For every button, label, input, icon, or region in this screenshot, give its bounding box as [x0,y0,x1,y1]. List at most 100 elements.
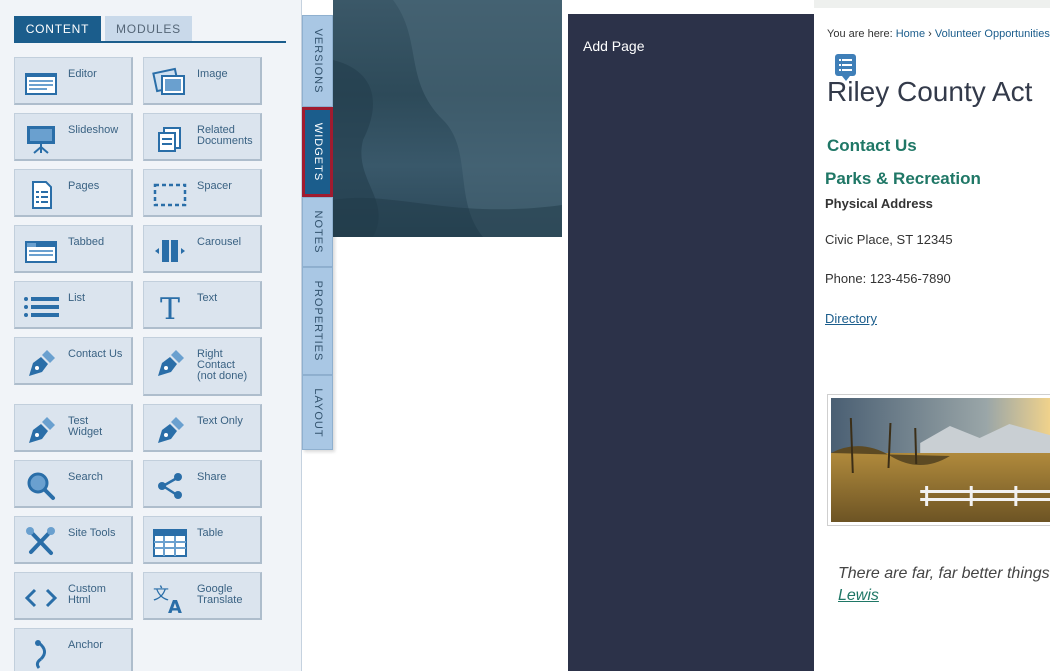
widget-label: Image [197,68,228,80]
tab-content[interactable]: CONTENT [14,16,101,41]
widget-label: Spacer [197,180,232,192]
widget-label: Text Only [197,415,243,427]
widget-search[interactable]: Search [14,460,133,508]
widget-label: Site Tools [68,527,116,539]
widget-label: Pages [68,180,100,192]
widget-label: Search [68,471,103,483]
tab-label: VERSIONS [311,28,324,94]
widget-custom-html[interactable]: Custom Html [14,572,133,620]
page-title: Riley County Act [827,76,1033,107]
hero-image [333,0,562,237]
text-icon: T [152,290,188,324]
tab-widgets[interactable]: WIDGETS [302,107,333,197]
breadcrumb-prefix: You are here: [827,28,893,40]
widget-carousel[interactable]: Carousel [143,225,262,273]
contact-heading: Contact Us [827,136,917,155]
widget-image[interactable]: Image [143,57,262,105]
department-heading: Parks & Recreation [825,169,981,188]
breadcrumb: You are here: Home › Volunteer Opportuni… [827,28,1050,40]
widget-related-documents[interactable]: Related Documents [143,113,262,161]
widget-label: Related Documents [197,124,253,147]
pen-icon [152,413,188,447]
carousel-icon [152,234,188,268]
tab-label: NOTES [311,210,324,254]
search-icon [23,469,59,503]
widget-test-widget[interactable]: Test Widget [14,404,133,452]
widget-share[interactable]: Share [143,460,262,508]
tabbed-icon [23,234,59,268]
widget-list-icon[interactable] [835,54,856,81]
widget-table[interactable]: Table [143,516,262,564]
breadcrumb-home-link[interactable]: Home [896,28,925,40]
widget-right-contact[interactable]: Right Contact (not done) [143,337,262,396]
widget-label: Slideshow [68,124,119,136]
widget-label: Google Translate [197,583,243,606]
quote-text: There are far, far better things a [838,565,1050,582]
widget-label: Anchor [68,639,103,651]
widget-anchor[interactable]: Anchor [14,628,133,671]
breadcrumb-current-link[interactable]: Volunteer Opportunities [935,28,1050,40]
widget-label: Table [197,527,224,539]
pages-icon [23,178,59,212]
widget-label: Contact Us [68,348,123,360]
share-icon [152,469,188,503]
tab-label: WIDGETS [311,122,324,182]
address-label: Physical Address [825,196,933,211]
pen-icon [23,413,59,447]
widget-label: Share [197,471,227,483]
widget-text[interactable]: T Text [143,281,262,329]
widget-site-tools[interactable]: Site Tools [14,516,133,564]
widget-panel: CONTENT MODULES Editor Image Slideshow R… [0,0,302,671]
slideshow-icon [23,122,59,156]
widget-list[interactable]: List [14,281,133,329]
tab-label: PROPERTIES [311,280,324,362]
landscape-image [827,394,1050,526]
tab-label: LAYOUT [311,387,324,438]
page-content: You are here: Home › Volunteer Opportuni… [814,14,1050,671]
editor-icon [23,66,59,100]
spacer-icon [152,178,188,212]
address-line: Civic Place, ST 12345 [825,232,953,247]
tab-versions[interactable]: VERSIONS [302,15,333,107]
tools-icon [23,525,59,559]
anchor-icon [23,637,59,671]
list-icon [23,290,59,324]
widget-label: Custom Html [68,583,106,606]
widget-spacer[interactable]: Spacer [143,169,262,217]
svg-text:文: 文 [153,584,169,603]
widget-google-translate[interactable]: 文A Google Translate [143,572,262,620]
tab-layout[interactable]: LAYOUT [302,375,333,450]
tab-properties[interactable]: PROPERTIES [302,267,333,375]
quote-author-link[interactable]: Lewis [838,587,879,605]
tab-modules[interactable]: MODULES [105,16,192,41]
widget-label: Right Contact (not done) [197,348,248,382]
svg-text:A: A [168,597,182,615]
widget-pages[interactable]: Pages [14,169,133,217]
add-page-button[interactable]: Add Page [583,38,645,54]
tab-notes[interactable]: NOTES [302,197,333,267]
widget-label: Carousel [197,236,242,248]
widget-editor[interactable]: Editor [14,57,133,105]
directory-link[interactable]: Directory [825,311,877,326]
widget-contact-us[interactable]: Contact Us [14,337,133,385]
panel-tab-bar: CONTENT MODULES [14,16,286,43]
translate-icon: 文A [152,581,188,615]
widget-label: List [68,292,86,304]
widget-tabbed[interactable]: Tabbed [14,225,133,273]
pen-icon [152,346,188,380]
related-documents-icon [152,122,188,156]
svg-text:T: T [160,292,180,324]
image-icon [152,66,188,100]
code-icon [23,581,59,615]
pen-icon [23,346,59,380]
phone-text: Phone: 123-456-7890 [825,271,951,286]
widget-label: Tabbed [68,236,105,248]
widget-label: Editor [68,68,97,80]
table-icon [152,525,188,559]
breadcrumb-separator: › [928,28,932,40]
widget-label: Test Widget [68,415,103,438]
widget-label: Text [197,292,218,304]
widget-text-only[interactable]: Text Only [143,404,262,452]
widget-slideshow[interactable]: Slideshow [14,113,133,161]
page-nav-sidebar: Add Page [568,14,814,671]
